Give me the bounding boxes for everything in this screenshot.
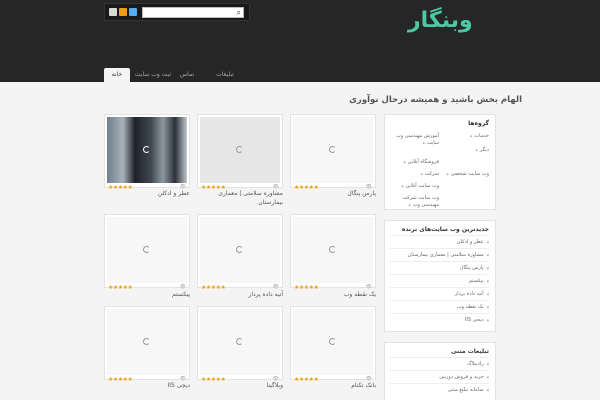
site-card-title[interactable]: آتیه داده پرداز (197, 290, 283, 299)
categories-widget: گروه‌ها خدمات آموزش مهندسی وب سایت دیگر … (384, 114, 496, 210)
site-header: ⌕ وبنگار خانه ثبت وب سایت تماس تبلیغات (0, 0, 600, 82)
latest-site-link[interactable]: پیکستم (389, 274, 489, 287)
site-thumbnail[interactable] (293, 117, 373, 183)
site-card[interactable]: ★★★★★ 👁 (197, 214, 283, 291)
loading-spinner-icon (329, 146, 336, 153)
site-card-title[interactable]: بانک تکنام (290, 381, 376, 390)
page-tagline: الهام بخش باشید و همیشه درحال نوآوری (349, 95, 522, 105)
site-card-title[interactable]: پیکستم (104, 290, 190, 299)
loading-spinner-icon (236, 338, 243, 345)
site-thumbnail[interactable] (293, 309, 373, 375)
site-thumbnail[interactable] (107, 117, 187, 183)
loading-spinner-icon (236, 246, 243, 253)
ad-link[interactable]: خرید و فروش دوربین (389, 370, 489, 383)
category-link[interactable]: وب سایت شرکت مهندسی وب (389, 195, 439, 209)
category-link[interactable]: وب سایت شخصی (443, 171, 489, 178)
site-thumbnail[interactable] (107, 309, 187, 375)
nav-ads[interactable]: تبلیغات (210, 68, 240, 82)
site-card-title[interactable]: دیجی IIS (104, 381, 190, 390)
site-thumbnail[interactable] (200, 117, 280, 183)
site-thumbnail[interactable] (293, 217, 373, 283)
latest-site-link[interactable]: دیجی IIS (389, 313, 489, 326)
widget-title: گروه‌ها (468, 120, 489, 127)
loading-spinner-icon (143, 146, 150, 153)
latest-sites-widget: جدیدترین وب سایت‌های برنده عطر و ادکلن م… (384, 220, 496, 332)
loading-spinner-icon (143, 246, 150, 253)
site-card[interactable]: ★★★★★ 👁 (104, 214, 190, 291)
site-card-title[interactable]: پارس پنگال (290, 189, 376, 198)
main-nav: خانه ثبت وب سایت تماس تبلیغات (0, 68, 600, 82)
loading-spinner-icon (329, 338, 336, 345)
category-link[interactable]: فروشگاه آنلاین (389, 159, 439, 166)
category-link[interactable]: خدمات (443, 133, 489, 140)
twitter-icon[interactable] (129, 8, 137, 16)
nav-submit-site[interactable]: ثبت وب سایت (134, 68, 172, 82)
site-card[interactable]: ★★★★★ 👁 (290, 306, 376, 383)
latest-site-link[interactable]: آتیه داده پرداز (389, 287, 489, 300)
site-card-title[interactable]: یک نقطه وب (290, 290, 376, 299)
site-card[interactable]: ★★★★★ 👁 (104, 306, 190, 383)
site-card[interactable]: ★★★★★ 👁 (197, 114, 283, 191)
loading-spinner-icon (236, 146, 243, 153)
text-ads-widget: تبلیغات متنی رادیبلاگ خرید و فروش دوربین… (384, 342, 496, 400)
latest-site-link[interactable]: مشاوره سلامتی | معماری بیمارستان (389, 248, 489, 261)
latest-site-link[interactable]: یک نقطه وب (389, 300, 489, 313)
rss-icon[interactable] (119, 8, 127, 16)
widget-title: جدیدترین وب سایت‌های برنده (401, 226, 489, 233)
site-logo[interactable]: وبنگار (408, 8, 474, 33)
search-icon[interactable]: ⌕ (237, 8, 241, 17)
search-input[interactable] (143, 8, 231, 17)
mail-icon[interactable] (109, 8, 117, 16)
widget-title: تبلیغات متنی (450, 348, 489, 355)
nav-home[interactable]: خانه (104, 68, 130, 82)
loading-spinner-icon (143, 338, 150, 345)
site-thumbnail[interactable] (107, 217, 187, 283)
category-link[interactable]: آموزش مهندسی وب سایت (389, 133, 439, 147)
site-card[interactable]: ★★★★★ 👁 (290, 214, 376, 291)
site-card[interactable]: ★★★★★ 👁 (197, 306, 283, 383)
site-card-title[interactable]: وبلاگینا (197, 381, 283, 390)
search-box: ⌕ (142, 7, 244, 18)
category-link[interactable]: وب سایت آنلاین (389, 183, 439, 190)
latest-site-link[interactable]: پارس پنگال (389, 261, 489, 274)
site-card[interactable]: ★★★★★ 👁 (290, 114, 376, 191)
site-thumbnail[interactable] (200, 217, 280, 283)
site-card-title[interactable]: مشاوره سلامتی | معماری بیمارستان (197, 189, 283, 207)
nav-contact[interactable]: تماس (176, 68, 198, 82)
site-card-title[interactable]: عطر و ادکلن (104, 189, 190, 198)
loading-spinner-icon (329, 246, 336, 253)
category-link[interactable]: دیگر (443, 147, 489, 154)
ad-link[interactable]: سامانه تبلیغ متنی (389, 383, 489, 396)
site-thumbnail[interactable] (200, 309, 280, 375)
ad-link[interactable]: رادیبلاگ (389, 357, 489, 370)
latest-site-link[interactable]: عطر و ادکلن (389, 235, 489, 248)
site-card[interactable]: ★★★★★ 👁 (104, 114, 190, 191)
category-link[interactable]: شرکت (389, 171, 439, 178)
